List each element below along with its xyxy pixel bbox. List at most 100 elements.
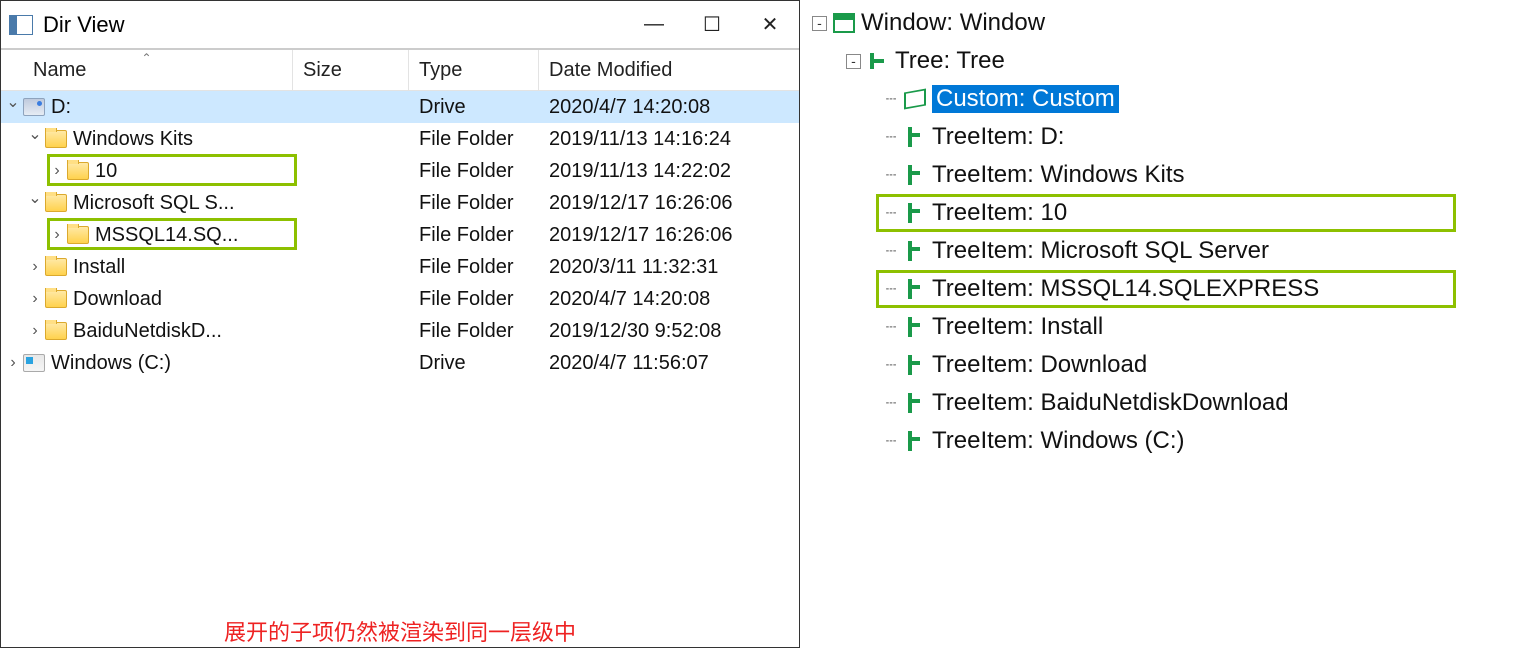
chevron-right-icon[interactable] (27, 322, 43, 340)
drive-icon (23, 98, 45, 116)
tree-item-label: Window: Window (861, 9, 1045, 37)
item-date: 2019/11/13 14:16:24 (539, 128, 799, 151)
tree-connector-icon: ┄ (880, 279, 902, 300)
column-header-type[interactable]: Type (409, 50, 539, 90)
tree-connector-icon: ┄ (880, 355, 902, 376)
column-header-size[interactable]: Size (293, 50, 409, 90)
tree-row[interactable]: DownloadFile Folder2020/4/7 14:20:08 (1, 283, 799, 315)
item-type: File Folder (409, 160, 539, 183)
item-type: File Folder (409, 224, 539, 247)
item-date: 2020/3/11 11:32:31 (539, 256, 799, 279)
chevron-down-icon[interactable] (5, 98, 21, 116)
tree-row[interactable]: Windows KitsFile Folder2019/11/13 14:16:… (1, 123, 799, 155)
maximize-button[interactable]: ☐ (683, 1, 741, 48)
chevron-right-icon[interactable] (5, 354, 21, 372)
item-date: 2020/4/7 11:56:07 (539, 352, 799, 375)
item-name: Install (73, 256, 125, 279)
column-header-name[interactable]: ⌃ Name (1, 50, 293, 90)
minimize-button[interactable]: — (625, 1, 683, 48)
collapse-toggle-icon[interactable]: - (846, 54, 861, 69)
app-icon (9, 15, 33, 35)
chevron-down-icon[interactable] (27, 194, 43, 212)
folder-icon (45, 258, 67, 276)
ui-tree-row[interactable]: ┄TreeItem: Install (812, 308, 1532, 346)
item-date: 2019/11/13 14:22:02 (539, 160, 799, 183)
treeic-icon (867, 51, 889, 71)
treeitem-icon (904, 317, 926, 337)
tree-connector-icon: ┄ (880, 431, 902, 452)
treeitem-icon (904, 431, 926, 451)
ui-tree-row[interactable]: ┄TreeItem: Windows Kits (812, 156, 1532, 194)
ui-tree-row[interactable]: - Window: Window (812, 4, 1532, 42)
treeitem-icon (904, 279, 926, 299)
titlebar[interactable]: Dir View — ☐ ✕ (1, 1, 799, 49)
chevron-right-icon[interactable] (49, 226, 65, 244)
item-type: Drive (409, 352, 539, 375)
item-date: 2019/12/17 16:26:06 (539, 224, 799, 247)
item-name: 10 (95, 160, 117, 183)
item-name: D: (51, 96, 71, 119)
chevron-right-icon[interactable] (49, 162, 65, 180)
tree-connector-icon: ┄ (880, 241, 902, 262)
tree-row[interactable]: MSSQL14.SQ... File Folder2019/12/17 16:26… (1, 219, 799, 251)
ui-tree-panel: - Window: Window -Tree: Tree ┄ Custom: Custo… (808, 0, 1532, 648)
item-date: 2020/4/7 14:20:08 (539, 96, 799, 119)
chevron-right-icon[interactable] (27, 290, 43, 308)
sort-indicator-icon: ⌃ (141, 51, 151, 65)
item-type: File Folder (409, 256, 539, 279)
ui-tree-row[interactable]: ┄ TreeItem: Microsoft SQL Server (812, 232, 1532, 270)
collapse-toggle-icon[interactable]: - (812, 16, 827, 31)
column-header-row: ⌃ Name Size Type Date Modified (1, 49, 799, 91)
custom-icon (904, 89, 926, 110)
tree-row[interactable]: BaiduNetdiskD...File Folder2019/12/30 9:… (1, 315, 799, 347)
folder-icon (67, 226, 89, 244)
ui-tree-row[interactable]: ┄ TreeItem: D: (812, 118, 1532, 156)
column-header-date[interactable]: Date Modified (539, 50, 799, 90)
item-type: File Folder (409, 128, 539, 151)
annotation-text: 展开的子项仍然被渲染到同一层级中 (1, 597, 799, 647)
treeitem-icon (904, 127, 926, 147)
tree-item-label: TreeItem: Install (932, 313, 1103, 341)
tree-connector-icon: ┄ (880, 89, 902, 110)
drive-icon (23, 354, 45, 372)
chevron-down-icon[interactable] (27, 130, 43, 148)
chevron-right-icon[interactable] (27, 258, 43, 276)
ui-tree-row[interactable]: -Tree: Tree (812, 42, 1532, 80)
treeitem-icon (904, 241, 926, 261)
tree-row[interactable]: 10 File Folder2019/11/13 14:22:02 (1, 155, 799, 187)
item-name: Windows (C:) (51, 352, 171, 375)
tree-row[interactable]: Install File Folder2020/3/11 11:32:31 (1, 251, 799, 283)
ui-tree-row[interactable]: ┄TreeItem: 10 (812, 194, 1532, 232)
ui-tree-row[interactable]: ┄TreeItem: BaiduNetdiskDownload (812, 384, 1532, 422)
treeitem-icon (904, 355, 926, 375)
tree-row[interactable]: D: Drive2020/4/7 14:20:08 (1, 91, 799, 123)
tree-item-label: TreeItem: 10 (932, 199, 1067, 227)
ui-tree-row[interactable]: ┄ Custom: Custom (812, 80, 1532, 118)
treeitem-icon (904, 393, 926, 413)
item-date: 2019/12/30 9:52:08 (539, 320, 799, 343)
folder-icon (45, 194, 67, 212)
close-button[interactable]: ✕ (741, 1, 799, 48)
tree-item-label: TreeItem: D: (932, 123, 1064, 151)
file-tree-body: D:Drive2020/4/7 14:20:08Windows KitsFile… (1, 91, 799, 597)
tree-row[interactable]: Windows (C:) Drive2020/4/7 11:56:07 (1, 347, 799, 379)
tree-item-label: TreeItem: Download (932, 351, 1147, 379)
ui-tree-row[interactable]: ┄ TreeItem: MSSQL14.SQLEXPRESS (812, 270, 1532, 308)
tree-row[interactable]: Microsoft SQL S...File Folder2019/12/17 … (1, 187, 799, 219)
tree-item-label: TreeItem: MSSQL14.SQLEXPRESS (932, 275, 1319, 303)
treeitem-icon (904, 165, 926, 185)
tree-connector-icon: ┄ (880, 127, 902, 148)
folder-icon (45, 322, 67, 340)
window-icon (833, 13, 855, 33)
item-type: File Folder (409, 320, 539, 343)
tree-item-label: TreeItem: Microsoft SQL Server (932, 237, 1269, 265)
ui-tree-row[interactable]: ┄ TreeItem: Download (812, 346, 1532, 384)
ui-tree-row[interactable]: ┄TreeItem: Windows (C:) (812, 422, 1532, 460)
tree-item-label: TreeItem: Windows Kits (932, 161, 1185, 189)
tree-item-label: TreeItem: BaiduNetdiskDownload (932, 389, 1289, 417)
item-name: MSSQL14.SQ... (95, 224, 238, 247)
folder-icon (67, 162, 89, 180)
dir-view-window: Dir View — ☐ ✕ ⌃ Name Size Type Date Mod… (0, 0, 800, 648)
tree-item-label: Custom: Custom (932, 85, 1119, 113)
item-type: Drive (409, 96, 539, 119)
